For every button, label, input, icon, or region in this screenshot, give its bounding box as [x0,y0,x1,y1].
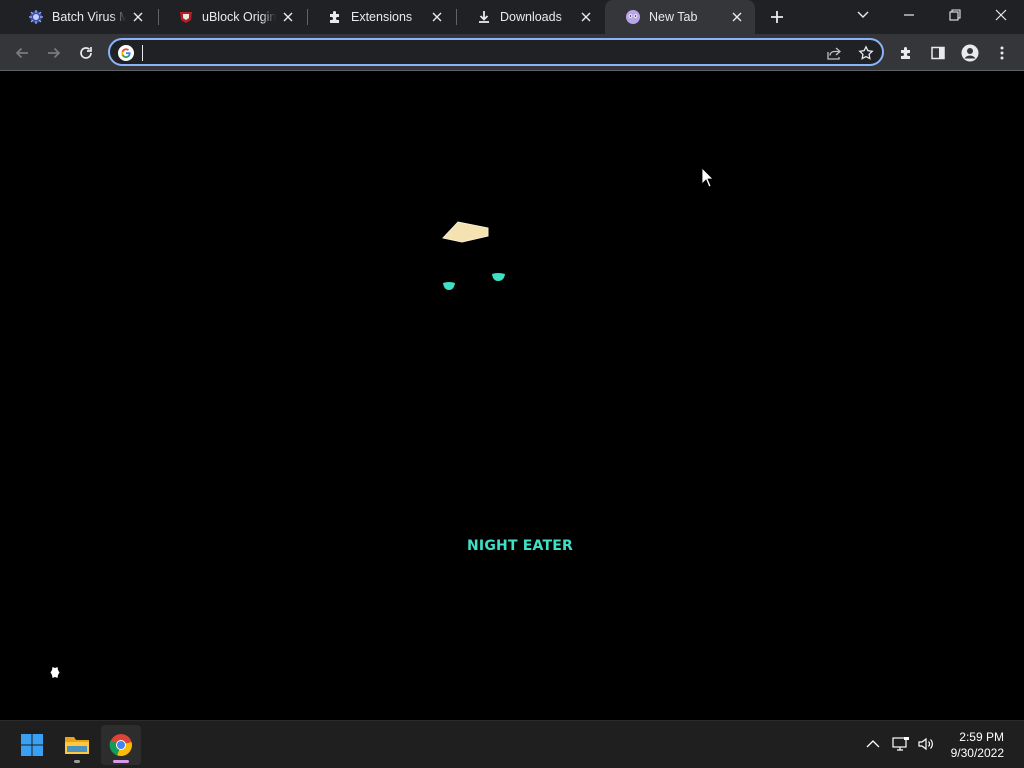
tab-title: uBlock Origin - free [202,10,276,24]
download-icon [476,9,492,25]
mouse-cursor-icon [701,167,714,188]
character-eye-left [443,282,455,290]
tab-ublock-origin[interactable]: uBlock Origin - free [158,0,306,34]
close-icon[interactable] [429,9,445,25]
close-icon[interactable] [578,9,594,25]
puzzle-icon [327,9,343,25]
extensions-button[interactable] [893,40,919,66]
share-button[interactable] [824,43,844,63]
character-hat [442,221,489,243]
restore-icon [949,9,961,21]
file-explorer-button[interactable] [57,725,97,765]
browser-toolbar [0,34,1024,71]
tab-extensions[interactable]: Extensions [307,0,455,34]
arrow-right-icon [48,47,61,59]
tab-title: New Tab [649,10,698,24]
chevron-down-icon [857,11,869,18]
network-button[interactable] [890,733,912,755]
tab-batch-virus-maker[interactable]: Batch Virus Maker [8,0,156,34]
tab-strip: Batch Virus Maker uBlock Origin - free E… [0,0,1024,34]
close-icon[interactable] [130,9,146,25]
tab-search-button[interactable] [840,0,886,30]
forward-button[interactable] [41,40,67,66]
volume-button[interactable] [915,733,937,755]
profile-button[interactable] [957,40,983,66]
close-window-button[interactable] [978,0,1024,30]
back-button[interactable] [9,40,35,66]
plus-icon [771,11,783,23]
new-tab-button[interactable] [766,6,788,28]
share-icon [827,47,841,60]
tab-title: Downloads [500,10,562,24]
reload-icon [80,47,92,59]
night-eye-favicon [625,9,641,25]
side-panel-button[interactable] [925,40,951,66]
star-icon [858,45,874,60]
character-eye-right [492,273,505,281]
show-hidden-icons-button[interactable] [862,733,884,755]
tab-new-tab[interactable]: New Tab [605,0,755,34]
new-tab-page: NIGHT EATER [0,72,1024,720]
tab-downloads[interactable]: Downloads [456,0,604,34]
kebab-menu-icon [1000,46,1004,60]
tab-title: Extensions [351,10,413,24]
virus-favicon [28,9,44,25]
windows-taskbar: 2:59 PM 9/30/2022 [0,720,1024,768]
system-clock[interactable]: 2:59 PM 9/30/2022 [951,729,1004,761]
clock-time: 2:59 PM [959,730,1004,744]
speaker-icon [918,737,933,751]
chrome-icon [109,734,132,757]
arrow-left-icon [15,47,28,59]
tab-title: Batch Virus Maker [52,10,126,24]
brand-title: NIGHT EATER [467,538,573,554]
avatar-icon [961,44,979,62]
clock-date: 9/30/2022 [950,746,1004,760]
folder-icon [65,737,89,754]
google-icon [118,45,134,61]
night-eater-character [50,167,714,678]
omnibox-input[interactable] [140,42,800,62]
network-icon [892,737,909,751]
text-caret [142,45,143,61]
menu-button[interactable] [989,40,1015,66]
close-icon[interactable] [280,9,296,25]
puzzle-icon [901,47,910,59]
chevron-up-icon [866,740,880,748]
reload-button[interactable] [73,40,99,66]
ublock-favicon [178,9,194,25]
side-panel-icon [931,46,945,60]
restore-button[interactable] [932,0,978,30]
active-indicator [113,760,129,763]
minimize-icon [904,14,914,16]
start-button[interactable] [12,725,52,765]
address-bar[interactable] [108,38,884,66]
bookmark-button[interactable] [856,43,876,63]
close-icon [995,9,1007,21]
minimize-button[interactable] [886,0,932,30]
windows-start-icon [21,734,43,756]
running-indicator [74,760,80,763]
settings-gear-icon [50,667,60,678]
close-icon[interactable] [729,9,745,25]
chrome-taskbar-button[interactable] [101,725,141,765]
